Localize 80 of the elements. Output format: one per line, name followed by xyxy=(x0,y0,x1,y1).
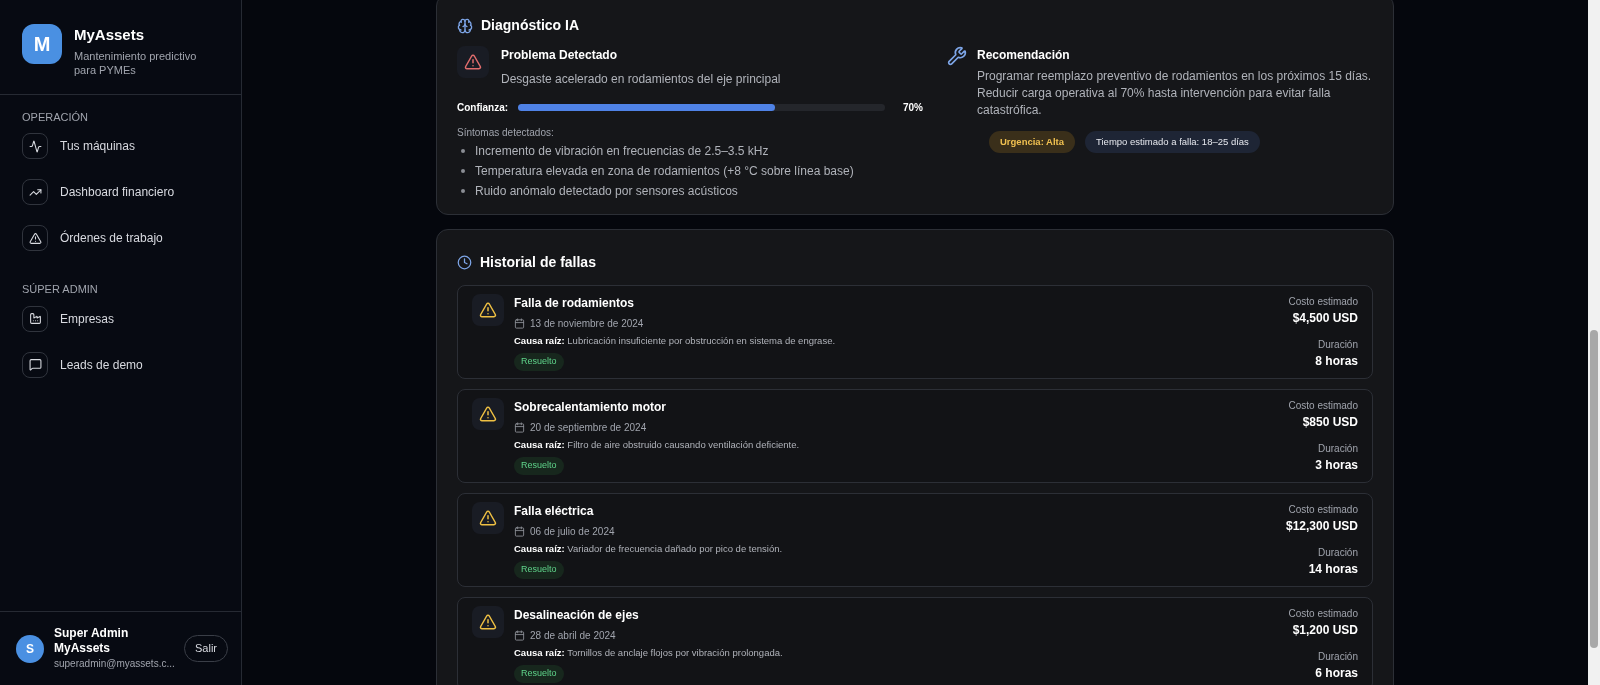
warning-icon xyxy=(464,53,482,71)
bullet-icon xyxy=(461,189,465,193)
warning-icon xyxy=(479,613,497,631)
cost-value: $12,300 USD xyxy=(1285,518,1358,535)
nav-section-title: OPERACIÓN xyxy=(22,109,89,125)
brand-tagline: Mantenimiento predictivo para PYMEs xyxy=(74,48,198,77)
calendar-icon xyxy=(514,630,525,641)
duration-label: Duración xyxy=(1317,338,1358,352)
user-avatar: S xyxy=(16,634,44,663)
cost-label: Costo estimado xyxy=(1288,295,1358,309)
status-badge: Resuelto xyxy=(514,561,564,579)
calendar-icon xyxy=(514,526,525,537)
failure-date: 20 de septiembre de 2024 xyxy=(530,421,647,435)
failure-title: Desalineación de ejes xyxy=(514,607,640,624)
symptom-text: Temperatura elevada en zona de rodamientos (+8 °C sobre línea base) xyxy=(475,163,854,180)
nav-item[interactable]: Leads de demo xyxy=(22,351,219,378)
logo-icon: M xyxy=(22,24,62,64)
card-title: Diagnóstico IA xyxy=(481,16,579,35)
calendar-icon xyxy=(514,318,525,329)
scrollbar[interactable] xyxy=(1588,0,1600,685)
symptom-text: Incremento de vibración en frecuencias de 2.5–3.5 kHz xyxy=(475,143,769,160)
recommendation-title: Recomendación xyxy=(977,47,1071,64)
failure-date: 13 de noviembre de 2024 xyxy=(530,317,644,331)
symptoms-title: Síntomas detectados: xyxy=(457,126,555,140)
calendar-icon xyxy=(514,422,525,433)
cost-value: $4,500 USD xyxy=(1292,310,1358,327)
chat-icon xyxy=(28,358,42,371)
user-email: superadmin@myassets.c... xyxy=(54,657,174,671)
cost-label: Costo estimado xyxy=(1288,399,1358,413)
status-tag: Urgencia: Alta xyxy=(989,131,1076,154)
bullet-icon xyxy=(461,169,465,173)
status-tag: Tiempo estimado a falla: 18–25 días xyxy=(1085,131,1260,154)
duration-value: 8 horas xyxy=(1315,353,1358,370)
nav-item[interactable]: Órdenes de trabajo xyxy=(22,225,219,251)
warning-icon xyxy=(479,405,497,423)
warning-icon xyxy=(28,231,42,245)
problem-title: Problema Detectado xyxy=(501,47,619,64)
root-cause: Causa raíz: Variador de frecuencia dañado por pico de tensión. xyxy=(514,542,784,556)
duration-label: Duración xyxy=(1317,546,1358,560)
root-cause: Causa raíz: Tornillos de anclaje flojos por vibración prolongada. xyxy=(514,646,784,660)
root-cause: Causa raíz: Filtro de aire obstruido causando ventilación deficiente. xyxy=(514,438,801,452)
nav-section-title: SÚPER ADMIN xyxy=(22,282,99,297)
factory-icon xyxy=(28,312,42,325)
cost-label: Costo estimado xyxy=(1288,503,1358,517)
nav-item[interactable]: Dashboard financiero xyxy=(22,179,219,205)
duration-label: Duración xyxy=(1317,442,1358,456)
duration-label: Duración xyxy=(1317,650,1358,664)
warning-icon xyxy=(479,301,497,319)
status-badge: Resuelto xyxy=(514,353,564,371)
confidence-reading: 70% xyxy=(902,101,923,115)
confidence-label: Confianza: xyxy=(457,101,509,115)
duration-value: 14 horas xyxy=(1308,561,1358,578)
symptom-text: Ruido anómalo detectado por sensores acústicos xyxy=(475,183,738,200)
failure-title: Falla eléctrica xyxy=(514,503,595,520)
failure-date: 28 de abril de 2024 xyxy=(530,629,616,643)
status-badge: Resuelto xyxy=(514,457,564,475)
warning-icon xyxy=(479,509,497,527)
nav-item[interactable]: Tus máquinas xyxy=(22,133,219,159)
duration-value: 6 horas xyxy=(1315,665,1358,682)
cost-value: $1,200 USD xyxy=(1292,622,1358,639)
failure-title: Sobrecalentamiento motor xyxy=(514,399,668,416)
recommendation-text: Programar reemplazo preventivo de rodamientos en los próximos 15 días. Reducir carga operativa al 70% hasta intervención para evitar falla catastrófica. xyxy=(977,68,1373,119)
nav-item[interactable]: Empresas xyxy=(22,305,219,332)
wrench-icon xyxy=(947,46,967,66)
failure-title: Falla de rodamientos xyxy=(514,295,636,312)
problem-text: Desgaste acelerado en rodamientos del eje principal xyxy=(501,71,781,88)
brain-icon xyxy=(457,17,473,34)
card-title: Historial de fallas xyxy=(480,253,596,272)
failure-date: 06 de julio de 2024 xyxy=(530,525,615,539)
root-cause: Causa raíz: Lubricación insuficiente por obstrucción en sistema de engrase. xyxy=(514,334,837,348)
duration-value: 3 horas xyxy=(1315,457,1358,474)
brand-name: MyAssets xyxy=(74,25,146,45)
cost-value: $850 USD xyxy=(1302,414,1358,431)
bullet-icon xyxy=(461,149,465,153)
pulse-icon xyxy=(28,139,42,153)
scrollbar-thumb[interactable] xyxy=(1590,330,1598,648)
clock-icon xyxy=(457,255,472,270)
cost-label: Costo estimado xyxy=(1288,607,1358,621)
status-badge: Resuelto xyxy=(514,665,564,683)
user-name: Super Admin MyAssets xyxy=(54,626,130,656)
